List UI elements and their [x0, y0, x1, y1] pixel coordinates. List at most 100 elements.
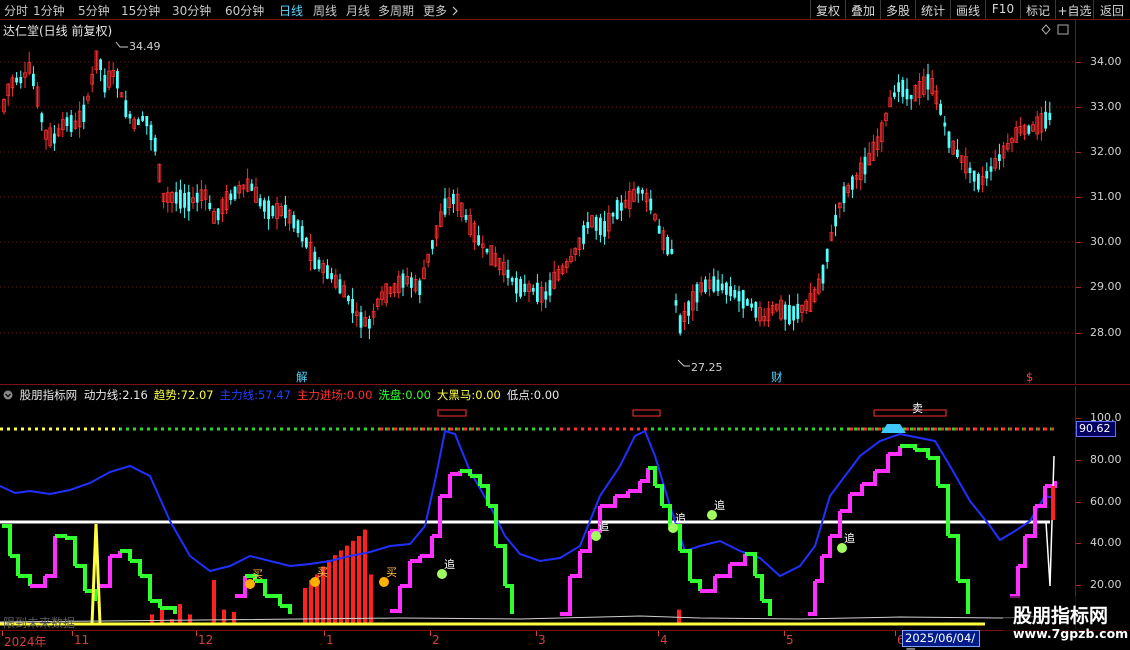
indicator-panel[interactable]: 买买买追追追追追卖 股朋指标网 动力线:2.16 趋势:72.07 主力线:57.4… — [0, 386, 1075, 630]
signal-label: 买 — [317, 566, 328, 579]
candle-body — [330, 273, 333, 280]
candle-body — [670, 248, 674, 254]
signal-label: 卖 — [912, 402, 923, 415]
candle-body — [788, 305, 791, 325]
momentum-step — [400, 561, 412, 588]
candle-body — [296, 220, 300, 234]
panel-divider — [0, 384, 1130, 385]
date-label: 12 — [198, 633, 214, 647]
candle-body — [19, 77, 23, 84]
candle-body — [477, 235, 480, 246]
momentum-step — [700, 576, 717, 593]
candle-body — [750, 303, 753, 308]
period-tab-monthly[interactable]: 月线 — [346, 2, 370, 19]
signal-label: 追 — [714, 498, 725, 512]
watermark-url: www.7gpzb.com — [1013, 626, 1129, 641]
statistics-button[interactable]: 统计 — [915, 0, 950, 19]
candle-body — [977, 174, 980, 190]
indicator-legend: 股朋指标网 动力线:2.16 趋势:72.07 主力线:57.47 主力进场:0.00… — [3, 387, 568, 403]
add-watchlist-button[interactable]: +自选 — [1055, 0, 1093, 19]
candle-body — [678, 315, 682, 334]
top-zone-box — [437, 409, 467, 417]
momentum-step — [938, 484, 950, 536]
price-tick: 30.00 — [1090, 235, 1122, 248]
candle-body — [851, 176, 854, 190]
event-marker: 解 — [296, 370, 308, 384]
candle-body — [586, 222, 590, 229]
candle-body — [893, 92, 896, 97]
period-tab-multi[interactable]: 多周期 — [378, 2, 414, 19]
momentum-step — [2, 524, 12, 556]
signal-label: 追 — [675, 511, 686, 525]
candlestick-panel[interactable]: 34.49 27.25 解 财 $ 达仁堂(日线 前复权) — [0, 20, 1075, 384]
indicator-chart: 买买买追追追追追卖 — [0, 402, 1057, 626]
legend-item: 动力线:2.16 — [84, 388, 151, 402]
period-tab-daily[interactable]: 日线 — [279, 2, 303, 19]
period-tab-60min[interactable]: 60分钟 — [225, 2, 264, 19]
candle-body — [897, 82, 900, 92]
candle-body — [704, 279, 707, 293]
momentum-step — [432, 496, 442, 538]
main-force-bar — [369, 574, 373, 624]
candle-body — [464, 214, 468, 220]
more-label: 更多 — [423, 4, 448, 18]
candle-body — [187, 192, 191, 212]
f10-button[interactable]: F10 — [985, 0, 1020, 19]
candle-body — [733, 289, 737, 298]
period-tab-more[interactable]: 更多 — [423, 2, 459, 19]
momentum-step — [762, 599, 772, 616]
momentum-step — [560, 576, 572, 616]
momentum-step — [655, 484, 664, 506]
event-marker: $ — [1026, 370, 1033, 384]
momentum-step — [130, 559, 142, 576]
period-tab-1min[interactable]: 1分钟 — [33, 2, 65, 19]
candle-body — [720, 283, 724, 291]
legend-item: 低点:0.00 — [507, 388, 562, 402]
candle-body — [267, 200, 270, 220]
momentum-step — [888, 446, 902, 456]
momentum-step — [730, 554, 747, 566]
candle-body — [842, 186, 846, 204]
period-tab-timeshare[interactable]: 分时 — [4, 2, 28, 19]
draw-line-button[interactable]: 画线 — [950, 0, 985, 19]
candle-body — [326, 265, 329, 279]
legend-value: 57.47 — [257, 388, 291, 402]
top-zone-box — [873, 409, 947, 417]
candle-body — [611, 212, 615, 217]
indicator-name[interactable]: 股朋指标网 — [20, 388, 78, 402]
event-marker: 财 — [771, 370, 783, 384]
period-tab-5min[interactable]: 5分钟 — [78, 2, 110, 19]
date-label: 4 — [660, 633, 668, 647]
momentum-step — [1010, 566, 1020, 598]
main-force-bar — [178, 604, 182, 624]
cursor-date-badge: 2025/06/04/三 — [902, 630, 980, 650]
candle-body — [347, 295, 350, 302]
candle-body — [989, 166, 993, 172]
collapse-icon[interactable] — [3, 390, 13, 400]
adjust-button[interactable]: 复权 — [810, 0, 845, 19]
mark-button[interactable]: 标记 — [1020, 0, 1055, 19]
multi-stock-button[interactable]: 多股 — [880, 0, 915, 19]
momentum-step — [875, 454, 890, 473]
candle-body — [485, 248, 489, 253]
candle-body — [599, 217, 602, 236]
big-dark-horse-spike — [90, 523, 102, 625]
period-tab-weekly[interactable]: 周线 — [313, 2, 337, 19]
candle-body — [305, 237, 308, 248]
candle-body — [271, 205, 275, 217]
back-button[interactable]: 返回 — [1093, 0, 1130, 19]
period-tab-15min[interactable]: 15分钟 — [121, 2, 160, 19]
momentum-step — [18, 574, 32, 586]
main-force-bar — [357, 536, 361, 624]
date-label: 2024年 — [4, 635, 47, 649]
period-tab-30min[interactable]: 30分钟 — [172, 2, 211, 19]
candle-body — [149, 124, 153, 141]
price-tick: 29.00 — [1090, 280, 1122, 293]
low-price-label: 27.25 — [691, 361, 723, 374]
candle-body — [783, 304, 787, 320]
candle-body — [985, 171, 989, 179]
momentum-step — [958, 579, 970, 614]
candle-body — [687, 301, 690, 316]
candle-body — [82, 104, 86, 122]
overlay-button[interactable]: 叠加 — [845, 0, 880, 19]
